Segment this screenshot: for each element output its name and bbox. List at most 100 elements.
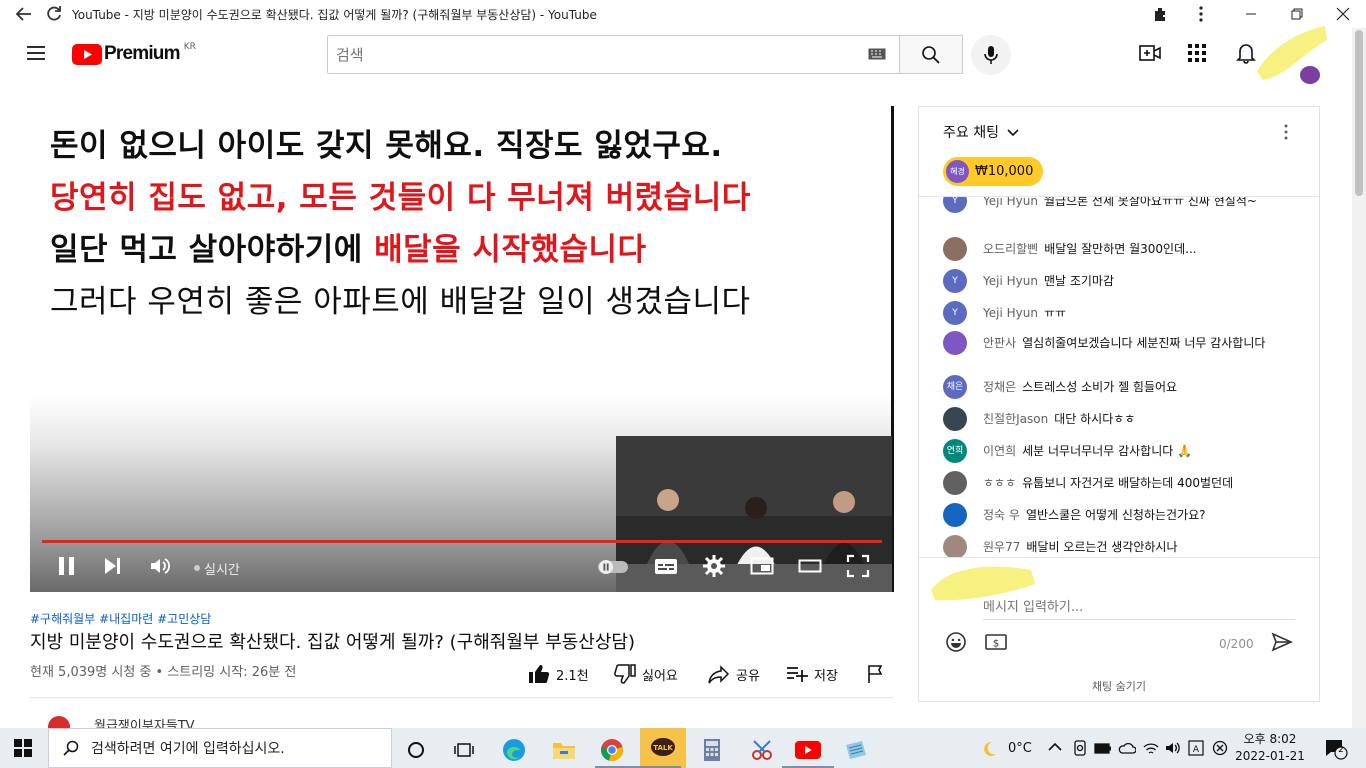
page-scrollbar[interactable] — [1352, 28, 1366, 728]
restore-icon[interactable] — [1288, 5, 1306, 23]
close-icon[interactable] — [1334, 5, 1352, 23]
chat-avatar — [943, 237, 967, 261]
share-button[interactable]: 공유 — [708, 664, 760, 684]
channel-avatar[interactable] — [48, 716, 70, 728]
subtitles-icon[interactable] — [654, 554, 678, 578]
taskbar-search-box[interactable]: 검색하려면 여기에 입력하십시오. — [48, 728, 392, 768]
extensions-icon[interactable] — [1152, 5, 1170, 23]
autoplay-toggle-icon[interactable] — [596, 554, 630, 578]
youtube-taskbar-icon[interactable] — [788, 734, 828, 766]
chat-author: 정채은 — [983, 380, 1017, 394]
chat-text: 맨날 조기마감 — [1043, 274, 1114, 288]
pause-icon[interactable] — [56, 554, 78, 578]
speaker-volume-icon[interactable] — [1164, 740, 1182, 756]
hamburger-menu-icon[interactable] — [26, 44, 46, 62]
chat-text: ㅠㅠ — [1043, 306, 1067, 320]
save-button[interactable]: 저장 — [786, 664, 838, 684]
chat-author: Yeji Hyun — [983, 274, 1038, 288]
chat-avatar — [943, 471, 967, 495]
super-chat-dollar-icon[interactable]: $ — [985, 633, 1007, 651]
calculator-icon[interactable] — [692, 734, 732, 766]
weather-temperature[interactable]: 0°C — [1008, 741, 1032, 756]
ime-language-icon[interactable]: A — [1188, 740, 1204, 756]
camera-tray-icon[interactable] — [1072, 740, 1088, 756]
task-view-icon[interactable] — [444, 734, 484, 766]
chat-message-input[interactable] — [983, 596, 1295, 620]
browser-title-bar: YouTube - 지방 미분양이 수도권으로 확산됐다. 집값 어떻게 될까?… — [0, 0, 1366, 28]
hide-chat-button[interactable]: 채팅 숨기기 — [919, 678, 1319, 694]
keyboard-icon[interactable] — [868, 48, 886, 60]
live-dot-icon — [194, 565, 200, 571]
battery-tray-icon[interactable] — [1094, 740, 1112, 756]
emoji-icon[interactable] — [945, 631, 967, 653]
volume-icon[interactable] — [148, 554, 172, 578]
theater-mode-icon[interactable] — [798, 554, 822, 578]
page-scrollbar-thumb[interactable] — [1355, 30, 1363, 196]
report-flag-button[interactable] — [866, 664, 886, 684]
search-button[interactable] — [899, 35, 963, 74]
chevron-up-icon[interactable] — [1048, 742, 1062, 752]
windows-taskbar: 검색하려면 여기에 입력하십시오. TALK 0°C A 오후 8:02 202… — [0, 728, 1366, 768]
fullscreen-icon[interactable] — [846, 554, 870, 578]
cortana-icon[interactable] — [396, 734, 436, 766]
send-icon[interactable] — [1271, 632, 1293, 652]
video-title: 지방 미분양이 수도권으로 확산됐다. 집값 어떻게 될까? (구해줘월부 부동… — [30, 632, 636, 653]
donor-avatar: 혜경 — [946, 160, 969, 183]
chat-message-list[interactable]: Y Yeji Hyun 월급으론 전세 못살아요ㅠㅠ 진짜 현실적~ 오드리할삔 배… — [919, 197, 1319, 557]
share-arrow-icon — [708, 665, 730, 684]
like-button[interactable]: 2.1천 — [528, 664, 589, 684]
chat-mode-dropdown[interactable]: 주요 채팅 — [943, 122, 1020, 142]
notifications-bell-icon[interactable] — [1236, 42, 1256, 64]
live-label[interactable]: 실시간 — [204, 559, 240, 578]
chat-avatar: 채은 — [943, 375, 967, 399]
chat-text: 대단 하시다ㅎㅎ — [1054, 412, 1136, 426]
search-input[interactable] — [328, 36, 848, 73]
playlist-add-icon — [787, 667, 808, 682]
wifi-icon[interactable] — [1142, 740, 1160, 756]
minimize-icon[interactable] — [1242, 5, 1260, 23]
dislike-button[interactable]: 싫어요 — [614, 664, 678, 684]
chat-text: 열심히줄여보겠습니다 세분진짜 너무 감사합니다 — [1022, 336, 1266, 350]
share-label: 공유 — [736, 668, 760, 684]
chat-avatar — [943, 407, 967, 431]
back-arrow-icon[interactable] — [14, 4, 34, 24]
chrome-icon[interactable] — [592, 734, 632, 766]
notes-app-icon[interactable] — [836, 734, 876, 766]
search-icon — [921, 45, 941, 65]
svg-text:TALK: TALK — [653, 744, 673, 752]
reload-icon[interactable] — [44, 4, 64, 24]
windows-start-icon[interactable] — [14, 739, 32, 757]
chat-text: 스트레스성 소비가 젤 힘들어요 — [1022, 380, 1178, 394]
next-video-icon[interactable] — [102, 554, 124, 578]
youtube-premium-logo[interactable]: Premium KR — [72, 42, 196, 65]
chat-author: Yeji Hyun — [983, 306, 1038, 320]
progress-bar[interactable] — [42, 540, 882, 543]
action-center-icon[interactable]: 2 — [1324, 738, 1348, 760]
blocked-status-icon[interactable] — [1212, 740, 1228, 756]
edge-browser-icon[interactable] — [494, 734, 534, 766]
miniplayer-icon[interactable] — [750, 554, 774, 578]
chat-author: 친절한Jason — [983, 412, 1049, 426]
kakaotalk-icon[interactable]: TALK — [640, 728, 686, 768]
file-explorer-icon[interactable] — [544, 734, 584, 766]
snipping-tool-icon[interactable] — [742, 734, 782, 766]
avatar[interactable] — [1255, 22, 1329, 84]
video-player[interactable]: 돈이 없으니 아이도 갖지 못해요. 직장도 잃었구요. 당연히 집도 없고, … — [30, 106, 894, 592]
super-chat-ticker[interactable]: 혜경 ₩10,000 — [943, 157, 1044, 186]
onedrive-cloud-icon[interactable] — [1118, 740, 1136, 756]
notification-count-badge: 2 — [1338, 745, 1344, 755]
chat-text: 세분 너무너무너무 감사합니다 🙏 — [1022, 444, 1193, 458]
create-video-icon[interactable] — [1139, 43, 1161, 63]
browser-menu-icon[interactable] — [1192, 5, 1210, 23]
chat-menu-icon[interactable] — [1283, 123, 1289, 141]
settings-gear-icon[interactable] — [702, 554, 726, 578]
taskbar-clock[interactable]: 오후 8:02 2022-01-21 — [1234, 731, 1306, 765]
chat-text: 배달일 잘만하면 월300인데... — [1044, 242, 1197, 256]
weather-moon-icon[interactable] — [980, 740, 998, 758]
chat-avatar — [943, 535, 967, 557]
video-hashtags[interactable]: #구해줘월부 #내집마련 #고민상담 — [30, 610, 211, 627]
channel-name[interactable]: 월급쟁이부자들TV — [94, 714, 195, 728]
voice-search-button[interactable] — [971, 35, 1011, 75]
flag-icon — [868, 665, 883, 683]
apps-grid-icon[interactable] — [1188, 44, 1206, 62]
